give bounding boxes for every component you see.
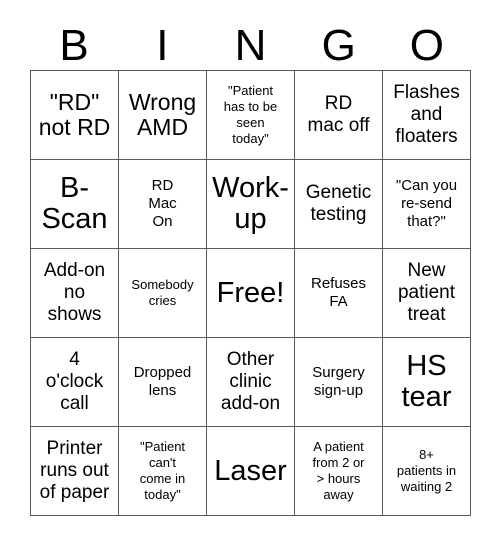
bingo-cell-label: Printer runs out of paper [39,438,110,503]
bingo-cell-label: "Patient has to be seen today" [223,83,278,146]
bingo-cell-label: New patient treat [397,260,456,325]
bingo-cell-label: Flashes and floaters [393,82,460,147]
bingo-cell-b4[interactable]: 4 o'clock call [31,338,119,427]
bingo-cell-label: Wrong AMD [128,89,197,140]
bingo-cell-o4[interactable]: HS tear [383,338,471,427]
bingo-cell-label: Free! [216,276,285,309]
header-letter-b: B [59,21,89,70]
bingo-cell-label: Dropped lens [133,364,192,399]
bingo-cell-i1[interactable]: Wrong AMD [119,71,207,160]
bingo-cell-i5[interactable]: "Patient can't come in today" [119,427,207,516]
bingo-cell-b5[interactable]: Printer runs out of paper [31,427,119,516]
bingo-cell-o1[interactable]: Flashes and floaters [383,71,471,160]
bingo-cell-g2[interactable]: Genetic testing [295,160,383,249]
bingo-cell-i2[interactable]: RD Mac On [119,160,207,249]
bingo-cell-i4[interactable]: Dropped lens [119,338,207,427]
bingo-cell-n2[interactable]: Work- up [207,160,295,249]
bingo-card: B I N G O "RD" not RD Wrong AMD "Patient… [0,0,500,544]
bingo-cell-label: RD Mac On [148,177,177,230]
bingo-cell-label: Surgery sign-up [312,364,365,399]
header-letter-i: I [156,21,169,70]
bingo-cell-label: Add-on no shows [43,260,106,325]
bingo-cell-n1[interactable]: "Patient has to be seen today" [207,71,295,160]
bingo-cell-label: Work- up [212,172,289,235]
bingo-cell-b3[interactable]: Add-on no shows [31,249,119,338]
bingo-cell-label: Somebody cries [131,277,194,308]
bingo-cell-label: Laser [214,454,287,487]
bingo-cell-label: "Can you re-send that?" [395,177,458,230]
bingo-grid: "RD" not RD Wrong AMD "Patient has to be… [30,70,471,516]
bingo-cell-g3[interactable]: Refuses FA [295,249,383,338]
bingo-cell-n4[interactable]: Other clinic add-on [207,338,295,427]
bingo-cell-o3[interactable]: New patient treat [383,249,471,338]
header-letter-g: G [321,21,356,70]
bingo-cell-label: 8+ patients in waiting 2 [396,447,457,494]
bingo-cell-i3[interactable]: Somebody cries [119,249,207,338]
bingo-cell-label: Genetic testing [305,182,372,225]
bingo-cell-free-space[interactable]: Free! [207,249,295,338]
bingo-cell-label: HS tear [401,350,452,413]
bingo-cell-b1[interactable]: "RD" not RD [31,71,119,160]
bingo-cell-label: RD mac off [307,93,370,136]
bingo-cell-o2[interactable]: "Can you re-send that?" [383,160,471,249]
bingo-cell-n5[interactable]: Laser [207,427,295,516]
bingo-cell-label: "Patient can't come in today" [139,439,186,502]
bingo-cell-g5[interactable]: A patient from 2 or > hours away [295,427,383,516]
bingo-header-row: B I N G O [30,12,471,70]
bingo-cell-label: 4 o'clock call [45,349,104,414]
header-letter-n: N [234,21,267,70]
bingo-cell-g1[interactable]: RD mac off [295,71,383,160]
bingo-cell-label: "RD" not RD [38,89,111,140]
bingo-cell-label: Refuses FA [310,275,367,310]
bingo-cell-label: Other clinic add-on [220,349,281,414]
bingo-cell-b2[interactable]: B- Scan [31,160,119,249]
bingo-cell-label: B- Scan [41,172,108,235]
header-letter-o: O [409,21,445,70]
bingo-cell-o5[interactable]: 8+ patients in waiting 2 [383,427,471,516]
bingo-cell-g4[interactable]: Surgery sign-up [295,338,383,427]
bingo-cell-label: A patient from 2 or > hours away [312,439,365,502]
